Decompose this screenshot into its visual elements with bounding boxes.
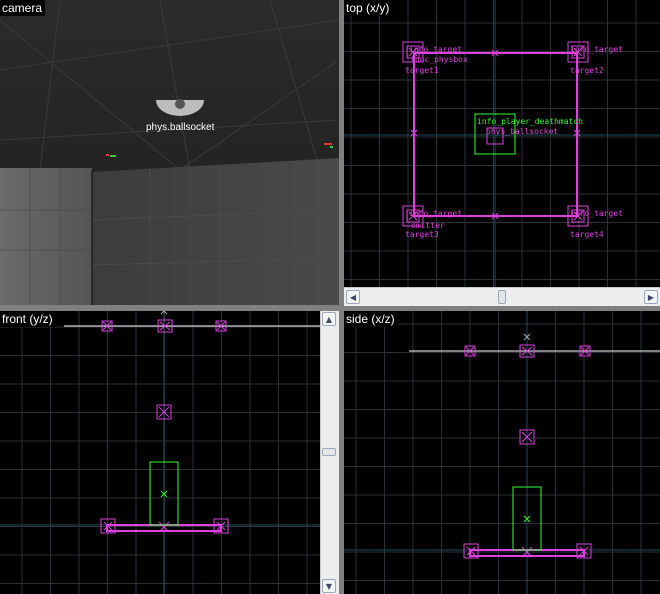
camera-viewport[interactable]: phys.ballsocket camera <box>0 0 339 305</box>
target4-name: target4 <box>570 230 604 239</box>
arrow-left-icon[interactable]: ◀ <box>346 290 360 304</box>
deathmatch-label: info_player_deathmatch <box>477 117 583 126</box>
arrow-down-icon[interactable]: ▼ <box>322 579 336 593</box>
top-viewport[interactable]: info_target func_physbox target1 info_ta… <box>344 0 660 287</box>
side-viewport-title: side (x/z) <box>344 311 398 327</box>
top-grid: info_target func_physbox target1 info_ta… <box>344 0 660 287</box>
target1-label: info_target <box>409 45 462 54</box>
ballsocket-label: phys_ballsocket <box>486 127 558 136</box>
horizontal-scroll-thumb[interactable] <box>498 290 506 304</box>
front-viewport[interactable]: front (y/z) <box>0 311 320 594</box>
target3-name: target3 <box>405 230 439 239</box>
camera-viewport-title: camera <box>0 0 46 16</box>
side-viewport[interactable]: side (x/z) <box>344 311 660 594</box>
top-horizontal-scrollbar[interactable]: ◀ ▶ <box>344 287 660 306</box>
emitter-label: emitter <box>411 221 445 230</box>
target1-name: target1 <box>405 66 439 75</box>
target2-name: target2 <box>570 66 604 75</box>
front-grid <box>0 311 320 594</box>
target4-label: info_target <box>570 209 623 218</box>
arrow-right-icon[interactable]: ▶ <box>644 290 658 304</box>
front-viewport-title: front (y/z) <box>0 311 56 327</box>
target2-label: info_target <box>570 45 623 54</box>
camera-entity-label: phys.ballsocket <box>146 122 215 133</box>
top-viewport-title: top (x/y) <box>344 0 393 16</box>
arrow-up-icon[interactable]: ▲ <box>322 312 336 326</box>
front-vertical-scrollbar[interactable]: ▲ ▼ <box>320 311 339 594</box>
target3-label: info_target <box>409 209 462 218</box>
vertical-scroll-thumb[interactable] <box>322 448 336 456</box>
camera-render <box>0 0 339 305</box>
side-grid <box>344 311 660 594</box>
physbox-label: func_physbox <box>410 55 468 64</box>
